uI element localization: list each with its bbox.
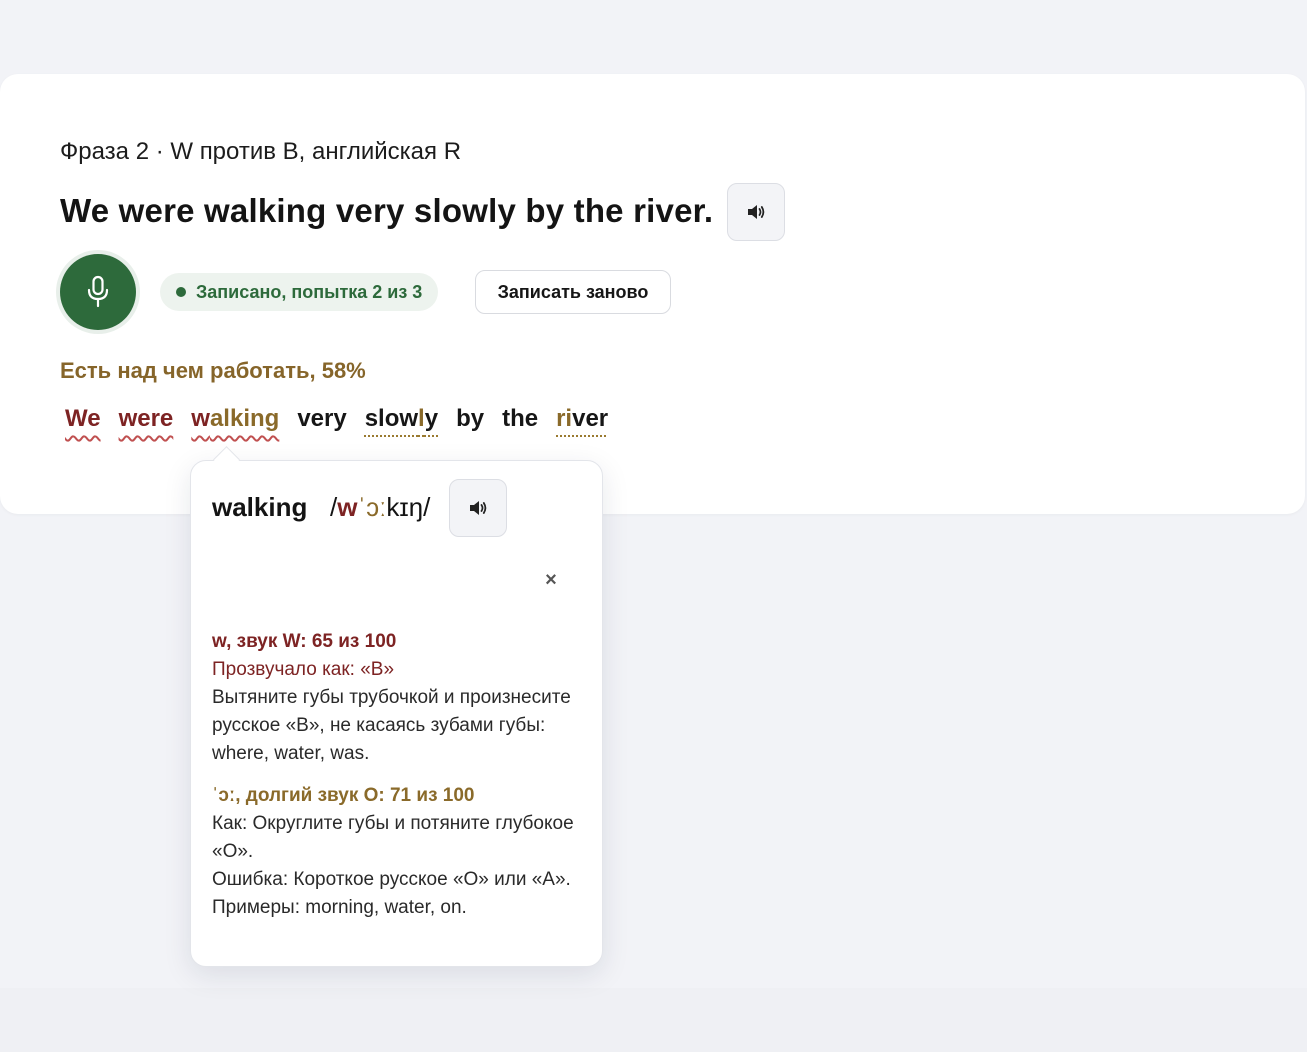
- issue-w-block: w, звук W: 65 из 100 Прозвучало как: «В»…: [212, 628, 582, 768]
- speaker-icon: [748, 205, 765, 219]
- issue-w-heading: w, звук W: 65 из 100: [212, 631, 397, 652]
- score-summary: Есть над чем работать, 58%: [60, 358, 366, 383]
- word-very-text: very: [297, 405, 347, 432]
- speaker-icon: [470, 501, 487, 515]
- issue-w-tip: Вытяните губы трубочкой и произнесите ру…: [212, 687, 571, 764]
- word-slowly-part1: slow: [364, 405, 419, 432]
- word-list: We were walking very slowly by the river: [60, 405, 621, 445]
- issue-o-examples: Примеры: morning, water, on.: [212, 897, 467, 918]
- word-river-ri: ri: [556, 405, 573, 432]
- close-icon: ×: [545, 568, 557, 591]
- popover-word: walking: [212, 492, 308, 522]
- issue-o-heading: ˈɔː, долгий звук O: 71 из 100: [212, 785, 475, 806]
- phrase-subtitle: Фраза 2 · W против В, английская R: [60, 138, 462, 165]
- rerecord-button[interactable]: Записать заново: [475, 270, 671, 314]
- record-button[interactable]: [60, 254, 136, 330]
- recording-status-badge: Записано, попытка 2 из 3: [160, 273, 439, 311]
- play-phrase-button[interactable]: [727, 183, 785, 241]
- word-walking-w: w: [191, 405, 210, 432]
- ipa-rest: kɪŋ: [386, 492, 424, 522]
- issue-w-heard-as: Прозвучало как: «В»: [212, 659, 395, 680]
- page-bottom-band: [0, 988, 1307, 1052]
- word-by-text: by: [456, 405, 485, 432]
- play-word-button[interactable]: [449, 479, 507, 537]
- word-river-rest: ver: [572, 405, 609, 432]
- ipa-vowel: ˈɔː: [357, 492, 387, 522]
- word-the[interactable]: the: [497, 405, 543, 445]
- ipa-w: w: [337, 492, 358, 522]
- phrase-text: We were walking very slowly by the river…: [60, 192, 714, 229]
- word-slowly-l: l: [418, 405, 425, 432]
- word-very[interactable]: very: [292, 405, 351, 445]
- issue-o-mistake: Ошибка: Короткое русское «О» или «А».: [212, 869, 571, 890]
- word-walking-rest: alking: [209, 405, 280, 432]
- word-were-text: were: [118, 405, 174, 432]
- microphone-icon: [87, 275, 109, 308]
- close-popover-button[interactable]: ×: [540, 569, 562, 591]
- word-slowly-part3: y: [424, 405, 439, 432]
- issue-o-how: Как: Округлите губы и потяните глубокое …: [212, 813, 574, 862]
- ipa-close-slash: /: [423, 492, 431, 522]
- word-we-text: We: [65, 405, 101, 432]
- word-river[interactable]: river: [551, 405, 613, 445]
- recording-status-text: Записано, попытка 2 из 3: [196, 281, 423, 302]
- word-by[interactable]: by: [451, 405, 489, 445]
- word-we[interactable]: We: [60, 405, 106, 445]
- word-the-text: the: [502, 405, 539, 432]
- word-slowly[interactable]: slowly: [360, 405, 443, 445]
- word-were[interactable]: were: [114, 405, 179, 445]
- popover-ipa: /wˈɔːkɪŋ/: [330, 492, 430, 523]
- word-walking[interactable]: walking: [186, 405, 284, 445]
- issue-o-block: ˈɔː, долгий звук O: 71 из 100 Как: Округ…: [212, 782, 582, 922]
- status-dot-icon: [176, 287, 186, 297]
